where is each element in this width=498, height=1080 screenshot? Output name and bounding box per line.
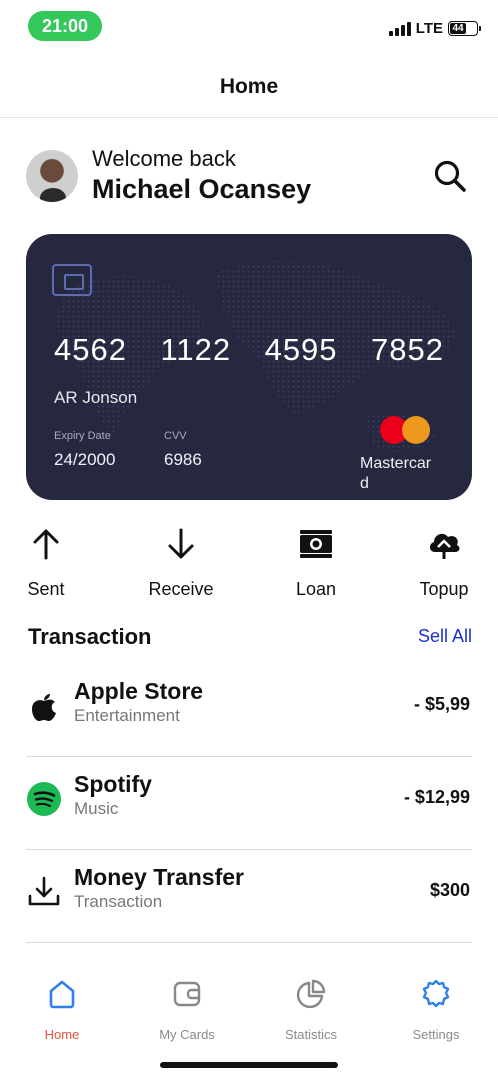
pie-chart-icon — [296, 979, 326, 1009]
action-label: Receive — [148, 579, 214, 599]
action-label: Topup — [419, 579, 469, 599]
card-number-group: 7852 — [371, 332, 444, 367]
spotify-icon — [27, 782, 61, 816]
receive-button[interactable]: Receive — [131, 526, 231, 600]
status-bar: 21:00 LTE 44 — [0, 0, 498, 52]
topup-button[interactable]: Topup — [394, 526, 494, 600]
transaction-row[interactable]: Spotify Music - $12,99 — [26, 757, 472, 850]
search-icon — [434, 160, 466, 192]
tab-label: My Cards — [159, 1027, 215, 1042]
money-stack-icon — [300, 530, 332, 558]
transaction-category: Entertainment — [74, 706, 180, 725]
transaction-row[interactable]: Apple Store Entertainment - $5,99 — [26, 664, 472, 757]
transaction-name: Money Transfer — [74, 864, 244, 890]
home-indicator — [160, 1062, 338, 1068]
transaction-amount: $300 — [429, 880, 470, 900]
transaction-category: Transaction — [74, 892, 163, 911]
nav-bar: Home — [0, 56, 498, 118]
quick-actions: Sent Receive Loan Topup — [0, 526, 498, 606]
transaction-category: Music — [74, 799, 119, 818]
tab-my-cards[interactable]: My Cards — [137, 978, 237, 1042]
download-icon — [28, 876, 60, 906]
card-number-group: 4562 — [54, 332, 127, 367]
cloud-upload-icon — [429, 533, 460, 559]
welcome-header: Welcome back Michael Ocansey — [26, 146, 472, 210]
transaction-name: Spotify — [74, 771, 152, 797]
welcome-greeting: Welcome back — [92, 146, 236, 171]
user-name: Michael Ocansey — [92, 174, 312, 204]
tab-home[interactable]: Home — [12, 978, 112, 1042]
transaction-name: Apple Store — [74, 678, 204, 704]
tab-label: Home — [44, 1027, 80, 1042]
status-time: 21:00 — [28, 11, 102, 41]
tab-settings[interactable]: Settings — [386, 978, 486, 1042]
action-label: Loan — [295, 579, 337, 599]
action-label: Sent — [27, 579, 65, 599]
transactions-title: Transaction — [28, 624, 152, 649]
card-chip — [52, 264, 92, 296]
arrow-up-icon — [33, 529, 59, 560]
sent-button[interactable]: Sent — [0, 526, 96, 600]
card-brand: Mastercard — [360, 455, 432, 492]
cvv-label: CVV — [164, 430, 187, 442]
see-all-link[interactable]: Sell All — [418, 626, 472, 647]
loan-button[interactable]: Loan — [266, 526, 366, 600]
bank-card[interactable]: 4562 1122 4595 7852 AR Jonson Expiry Dat… — [26, 234, 472, 500]
card-number-group: 1122 — [160, 332, 232, 367]
transaction-amount: - $12,99 — [403, 787, 470, 807]
status-indicators: LTE 44 — [388, 20, 481, 37]
cvv-value: 6986 — [164, 450, 202, 469]
page-title: Home — [219, 74, 279, 98]
transaction-row[interactable]: Money Transfer Transaction $300 — [26, 850, 472, 943]
mastercard-logo — [380, 416, 430, 444]
search-button[interactable] — [432, 158, 468, 194]
signal-icon — [388, 21, 411, 36]
expiry-value: 24/2000 — [54, 450, 116, 469]
transactions-header: Transaction Sell All — [28, 622, 472, 654]
apple-icon — [32, 694, 56, 721]
battery-level: 44 — [450, 23, 466, 34]
wallet-icon — [173, 981, 201, 1007]
tab-statistics[interactable]: Statistics — [261, 978, 361, 1042]
card-number-group: 4595 — [264, 332, 338, 367]
arrow-down-icon — [168, 528, 194, 559]
card-holder: AR Jonson — [54, 388, 138, 407]
avatar[interactable] — [26, 150, 78, 202]
settings-icon — [422, 979, 450, 1008]
expiry-label: Expiry Date — [54, 430, 111, 442]
battery-icon: 44 — [448, 21, 481, 36]
tab-bar: Home My Cards Statistics Settings — [0, 978, 498, 1050]
tab-label: Statistics — [284, 1027, 337, 1042]
card-number: 4562 1122 4595 7852 — [54, 332, 444, 368]
tab-label: Settings — [412, 1027, 460, 1042]
home-icon — [49, 980, 75, 1009]
network-label: LTE — [415, 20, 443, 37]
transaction-amount: - $5,99 — [413, 694, 470, 714]
